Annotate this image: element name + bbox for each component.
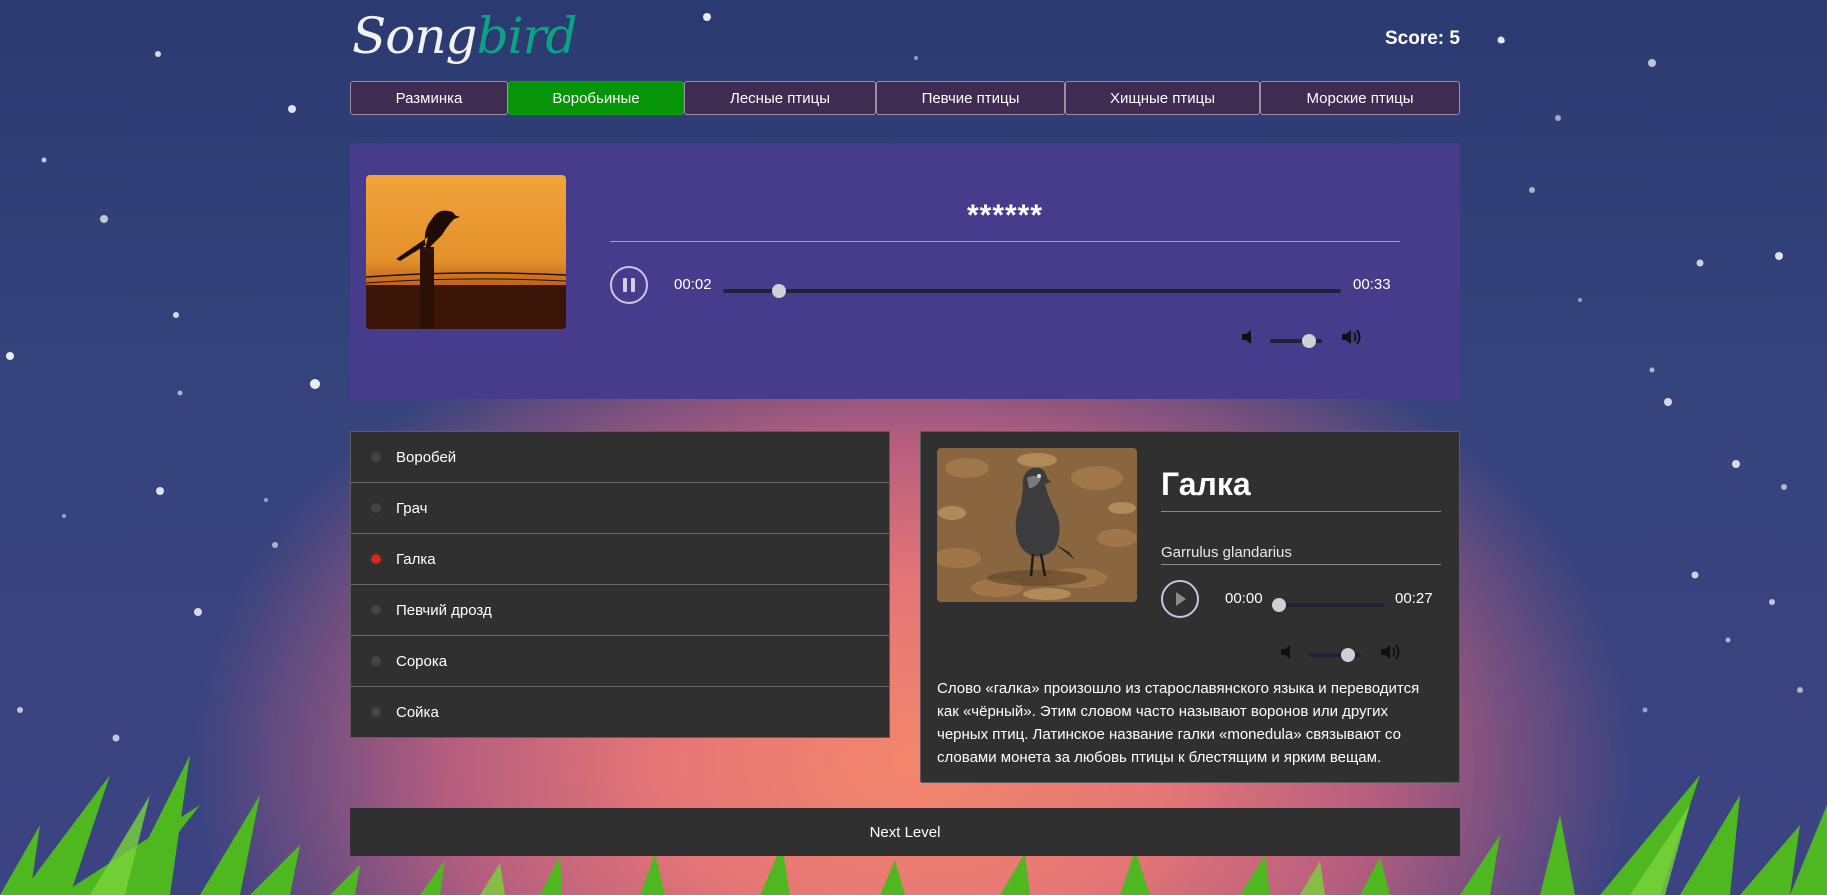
volume-up-icon[interactable] xyxy=(1340,327,1364,347)
tab-label: Морские птицы xyxy=(1306,89,1414,107)
tab-label: Лесные птицы xyxy=(729,89,830,107)
option-item[interactable]: Сойка xyxy=(351,687,889,737)
divider xyxy=(1161,511,1441,512)
hidden-bird-name: ****** xyxy=(966,199,1044,232)
status-dot xyxy=(371,452,381,462)
status-dot xyxy=(371,605,381,615)
mute-icon[interactable] xyxy=(1240,328,1258,346)
tab-morskie-ptitsy[interactable]: Морские птицы xyxy=(1260,81,1460,115)
volume-thumb[interactable] xyxy=(1302,334,1316,348)
header: Songbird Score: 5 xyxy=(350,0,1460,80)
tab-pevchie-ptitsy[interactable]: Певчие птицы xyxy=(876,81,1065,115)
status-dot xyxy=(371,707,381,717)
option-item[interactable]: Сорока xyxy=(351,636,889,687)
bird-photo xyxy=(937,448,1137,602)
option-label: Сорока xyxy=(396,652,448,670)
progress-bar[interactable] xyxy=(723,284,1341,298)
bird-latin-name: Garrulus glandarius xyxy=(1161,544,1292,561)
pause-icon xyxy=(623,278,635,292)
volume-slider[interactable] xyxy=(1309,648,1361,662)
current-time: 00:00 xyxy=(1225,590,1263,607)
tab-label: Певчие птицы xyxy=(921,89,1020,107)
progress-thumb[interactable] xyxy=(1272,598,1286,612)
bird-name: Галка xyxy=(1161,466,1251,502)
tab-khishchnye-ptitsy[interactable]: Хищные птицы xyxy=(1065,81,1260,115)
volume-thumb[interactable] xyxy=(1341,648,1355,662)
option-item[interactable]: Грач xyxy=(351,483,889,534)
option-label: Галка xyxy=(396,550,436,568)
tab-razminka[interactable]: Разминка xyxy=(350,81,508,115)
answer-options-list: Воробей Грач Галка Певчий дрозд Сорока С… xyxy=(350,431,890,738)
logo-text-song: Song xyxy=(352,7,478,65)
mute-icon[interactable] xyxy=(1279,643,1297,661)
option-label: Певчий дрозд xyxy=(396,601,492,619)
app-container: Songbird Score: 5 Разминка Воробьиные Ле… xyxy=(350,0,1460,856)
category-tabs: Разминка Воробьиные Лесные птицы Певчие … xyxy=(350,81,1460,117)
status-dot xyxy=(371,554,381,564)
option-item[interactable]: Воробей xyxy=(351,432,889,483)
option-label: Грач xyxy=(396,499,428,517)
progress-thumb[interactable] xyxy=(771,284,786,298)
divider xyxy=(610,241,1400,242)
play-button[interactable] xyxy=(1161,580,1199,618)
songbird-logo: Songbird xyxy=(352,6,578,66)
option-label: Сойка xyxy=(396,703,439,721)
score-value: 5 xyxy=(1449,28,1460,49)
bird-description: Слово «галка» произошло из старославянск… xyxy=(937,680,1420,766)
current-time: 00:02 xyxy=(674,276,712,293)
duration-time: 00:27 xyxy=(1395,590,1433,607)
volume-slider[interactable] xyxy=(1270,334,1322,348)
divider xyxy=(1161,564,1441,565)
score-label: Score: xyxy=(1385,28,1445,49)
progress-bar[interactable] xyxy=(1272,598,1385,612)
hidden-bird-image xyxy=(366,175,566,329)
next-level-button[interactable]: Next Level xyxy=(350,808,1460,856)
bird-details-card: Галка Garrulus glandarius 00:00 00:27 Сл… xyxy=(920,431,1460,783)
option-item[interactable]: Галка xyxy=(351,534,889,585)
status-dot xyxy=(371,656,381,666)
option-item[interactable]: Певчий дрозд xyxy=(351,585,889,636)
pause-button[interactable] xyxy=(610,266,648,304)
tab-label: Хищные птицы xyxy=(1109,89,1216,107)
tab-label: Разминка xyxy=(395,89,463,107)
question-player-panel: ****** 00:02 00:33 xyxy=(350,143,1460,399)
tab-label: Воробьиные xyxy=(552,89,640,107)
logo-text-bird: bird xyxy=(476,7,578,65)
score-display: Score: 5 xyxy=(1385,28,1460,50)
status-dot xyxy=(371,503,381,513)
volume-up-icon[interactable] xyxy=(1379,642,1403,662)
duration-time: 00:33 xyxy=(1353,276,1391,293)
tab-vorobinye[interactable]: Воробьиные xyxy=(508,81,684,115)
tab-lesnye-ptitsy[interactable]: Лесные птицы xyxy=(684,81,876,115)
option-label: Воробей xyxy=(396,448,457,466)
play-icon xyxy=(1176,592,1186,606)
starry-sky-background xyxy=(6,13,1803,742)
